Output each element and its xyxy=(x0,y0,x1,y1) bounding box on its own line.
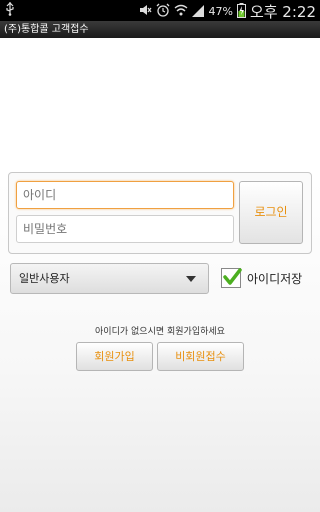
save-id-label[interactable]: 아이디저장 xyxy=(247,270,302,287)
checkmark-icon xyxy=(223,268,242,285)
usb-icon xyxy=(5,2,15,19)
battery-charging-icon xyxy=(236,2,246,21)
dropdown-arrow-icon xyxy=(186,276,196,282)
id-input[interactable] xyxy=(16,181,234,209)
signup-hint: 아이디가 없으시면 회원가입하세요 xyxy=(95,327,225,337)
wifi-icon xyxy=(174,3,188,20)
status-bar: 47% 오후 2:22 xyxy=(0,0,320,21)
alarm-icon xyxy=(156,3,170,20)
user-type-selected: 일반사용자 xyxy=(19,272,70,285)
login-button[interactable]: 로그인 xyxy=(239,181,303,244)
signal-icon xyxy=(192,4,205,20)
battery-percent: 47% xyxy=(208,5,233,18)
join-button[interactable]: 회원가입 xyxy=(76,342,153,371)
password-input[interactable] xyxy=(16,215,234,243)
clock: 오후 2:22 xyxy=(249,3,316,21)
mute-icon xyxy=(138,3,152,20)
guest-request-button[interactable]: 비회원접수 xyxy=(157,342,244,371)
user-type-select[interactable]: 일반사용자 xyxy=(10,263,209,294)
status-icons: 47% 오후 2:22 xyxy=(138,1,316,22)
app-title: (주)통합콜 고객접수 xyxy=(0,21,320,38)
save-id-checkbox[interactable] xyxy=(221,268,242,288)
